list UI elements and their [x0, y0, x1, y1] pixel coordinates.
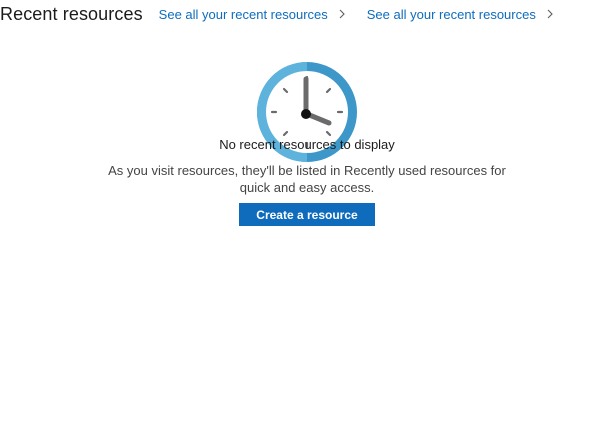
chevron-right-icon [547, 9, 553, 19]
see-all-recent-resources-link-label-2: See all your recent resources [366, 6, 536, 22]
empty-state-description: As you visit resources, they'll be liste… [108, 163, 506, 195]
chevron-right-icon [339, 9, 345, 19]
header: Recent resources See all your recent res… [0, 0, 575, 28]
see-all-recent-resources-link-2[interactable]: See all your recent resources [367, 7, 555, 22]
see-all-recent-resources-link[interactable]: See all your recent resources [159, 7, 347, 22]
page-title: Recent resources [0, 3, 143, 24]
empty-state-heading: No recent resources to display [219, 137, 395, 152]
create-a-resource-button[interactable]: Create a resource [239, 203, 375, 226]
see-all-recent-resources-link-label: See all your recent resources [158, 6, 328, 22]
